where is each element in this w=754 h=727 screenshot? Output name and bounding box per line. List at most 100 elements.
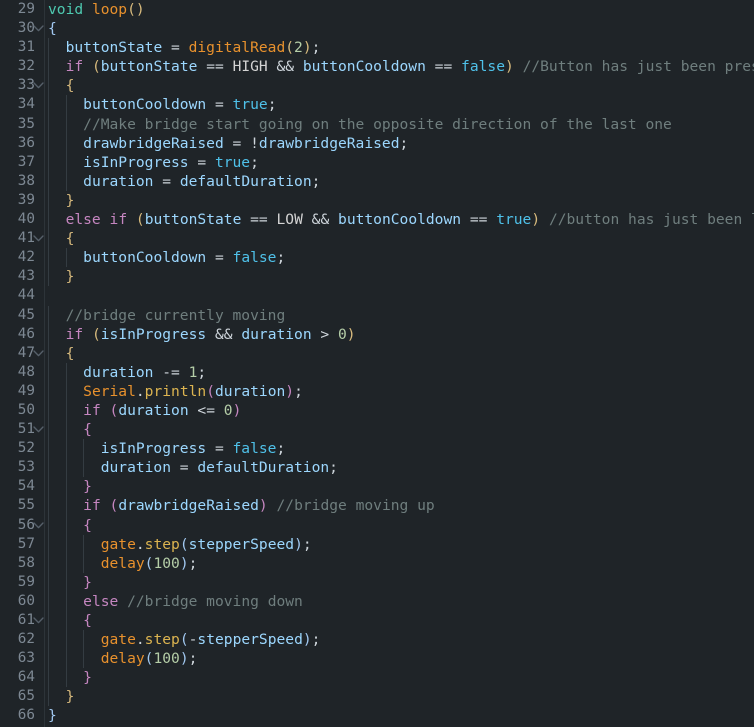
code-line[interactable]: 54 } [0,477,754,497]
code-text[interactable]: else if (buttonState == LOW && buttonCoo… [48,210,754,229]
code-viewport[interactable]: 29 void loop() 30{31 buttonState = digital… [0,0,754,727]
code-line[interactable]: 55 if (drawbridgeRaised) //bridge moving… [0,496,754,516]
code-line[interactable]: 63 delay(100); [0,649,754,669]
code-text[interactable]: drawbridgeRaised = !drawbridgeRaised; [48,134,408,153]
code-line[interactable]: 59 } [0,572,754,592]
code-line[interactable]: 35 //Make bridge start going on the oppo… [0,114,754,134]
code-text[interactable]: } [48,267,75,286]
code-text[interactable]: } [48,573,92,592]
code-text[interactable]: void loop() [48,0,145,19]
code-text[interactable]: { [48,611,92,630]
chevron-down-icon[interactable] [31,76,45,95]
code-text[interactable]: duration = defaultDuration; [48,458,338,477]
code-line[interactable]: 33 { [0,76,754,96]
code-text[interactable]: } [48,477,92,496]
code-line[interactable]: 31 buttonState = digitalRead(2); [0,38,754,58]
code-line[interactable]: 64 } [0,668,754,688]
code-text[interactable]: { [48,76,75,95]
code-line[interactable]: 47 { [0,343,754,363]
code-text[interactable]: delay(100); [48,554,198,573]
code-text[interactable]: if (duration <= 0) [48,401,241,420]
code-line[interactable]: 66} [0,706,754,725]
code-line[interactable]: 62 gate.step(-stepperSpeed); [0,630,754,650]
code-line[interactable]: 58 delay(100); [0,553,754,573]
code-text[interactable]: { [48,229,75,248]
code-text[interactable]: gate.step(stepperSpeed); [48,535,312,554]
code-line[interactable]: 30{ [0,19,754,38]
line-number: 29 [17,1,35,17]
code-line[interactable]: 61 { [0,611,754,631]
chevron-down-icon[interactable] [31,611,45,630]
code-text[interactable]: buttonCooldown = false; [48,248,285,267]
code-text[interactable]: } [48,668,92,687]
code-text[interactable]: } [48,706,57,725]
code-token: ; [197,363,207,381]
code-line[interactable]: 32 if (buttonState == HIGH && buttonCool… [0,57,754,77]
code-text[interactable]: duration = defaultDuration; [48,172,320,191]
code-line[interactable]: 56 { [0,515,754,535]
code-line[interactable]: 51 { [0,420,754,440]
code-text[interactable]: //bridge currently moving [48,306,286,325]
chevron-down-icon[interactable] [31,516,45,535]
code-text[interactable]: { [48,344,75,363]
code-token: step [144,535,180,553]
chevron-down-icon[interactable] [31,344,45,363]
code-line[interactable]: 65 } [0,687,754,707]
code-text[interactable]: { [48,19,57,38]
code-line[interactable]: 53 duration = defaultDuration; [0,458,754,478]
code-line[interactable]: 37 isInProgress = true; [0,152,754,172]
code-text[interactable]: delay(100); [48,649,198,668]
code-token: drawbridgeRaised [83,134,224,152]
code-token: = [223,134,251,152]
code-lines-container[interactable]: 29 void loop() 30{31 buttonState = digital… [0,0,754,726]
code-line[interactable]: 48 duration -= 1; [0,362,754,382]
code-line[interactable]: 50 if (duration <= 0) [0,400,754,421]
code-token: ; [188,650,198,668]
code-text[interactable]: if (buttonState == HIGH && buttonCooldow… [48,57,754,76]
code-text[interactable]: } [48,687,75,706]
code-text[interactable]: { [48,420,92,439]
code-token: step [144,631,180,649]
chevron-down-icon[interactable] [31,420,45,439]
code-text[interactable]: duration -= 1; [48,363,206,382]
code-text[interactable]: { [48,516,92,535]
code-line[interactable]: 43 } [0,267,754,287]
code-line[interactable]: 39 } [0,190,754,211]
code-line[interactable]: 29 void loop() [0,0,754,19]
code-text[interactable]: Serial.println(duration); [48,382,303,401]
chevron-down-icon[interactable] [31,19,45,38]
code-line[interactable]: 44 [0,286,754,305]
code-line[interactable]: 45 //bridge currently moving [0,305,754,325]
code-text[interactable]: buttonState = digitalRead(2); [48,38,321,57]
code-token: buttonCooldown [302,58,426,76]
code-line[interactable]: 41 { [0,229,754,249]
chevron-down-icon[interactable] [31,229,45,248]
code-line[interactable]: 38 duration = defaultDuration; [0,171,754,191]
code-line[interactable]: 57 gate.step(stepperSpeed); [0,534,754,554]
code-token: duration [83,363,154,381]
code-text[interactable]: buttonCooldown = true; [48,95,276,114]
code-line[interactable]: 34 buttonCooldown = true; [0,95,754,115]
code-text[interactable]: //Make bridge start going on the opposit… [48,115,672,134]
code-text[interactable]: else //bridge moving down [48,592,303,611]
code-token: } [65,191,75,209]
code-line[interactable]: 52 isInProgress = false; [0,439,754,459]
code-line[interactable]: 40 else if (buttonState == LOW && button… [0,210,754,230]
code-text[interactable]: if (drawbridgeRaised) //bridge moving up [48,496,435,515]
code-text[interactable]: gate.step(-stepperSpeed); [48,630,321,649]
code-text[interactable]: isInProgress = true; [48,153,259,172]
code-line[interactable]: 42 buttonCooldown = false; [0,248,754,268]
code-editor[interactable]: 29 void loop() 30{31 buttonState = digital… [0,0,754,727]
code-token: defaultDuration [179,172,312,190]
code-text[interactable]: if (isInProgress && duration > 0) [48,325,356,344]
code-line[interactable]: 49 Serial.println(duration); [0,381,754,401]
code-line[interactable]: 60 else //bridge moving down [0,591,754,611]
code-text[interactable]: } [48,191,75,210]
code-text[interactable]: isInProgress = false; [48,439,286,458]
line-number: 52 [17,440,35,457]
code-line[interactable]: 46 if (isInProgress && duration > 0) [0,324,754,344]
code-line[interactable]: 36 drawbridgeRaised = !drawbridgeRaised; [0,133,754,153]
